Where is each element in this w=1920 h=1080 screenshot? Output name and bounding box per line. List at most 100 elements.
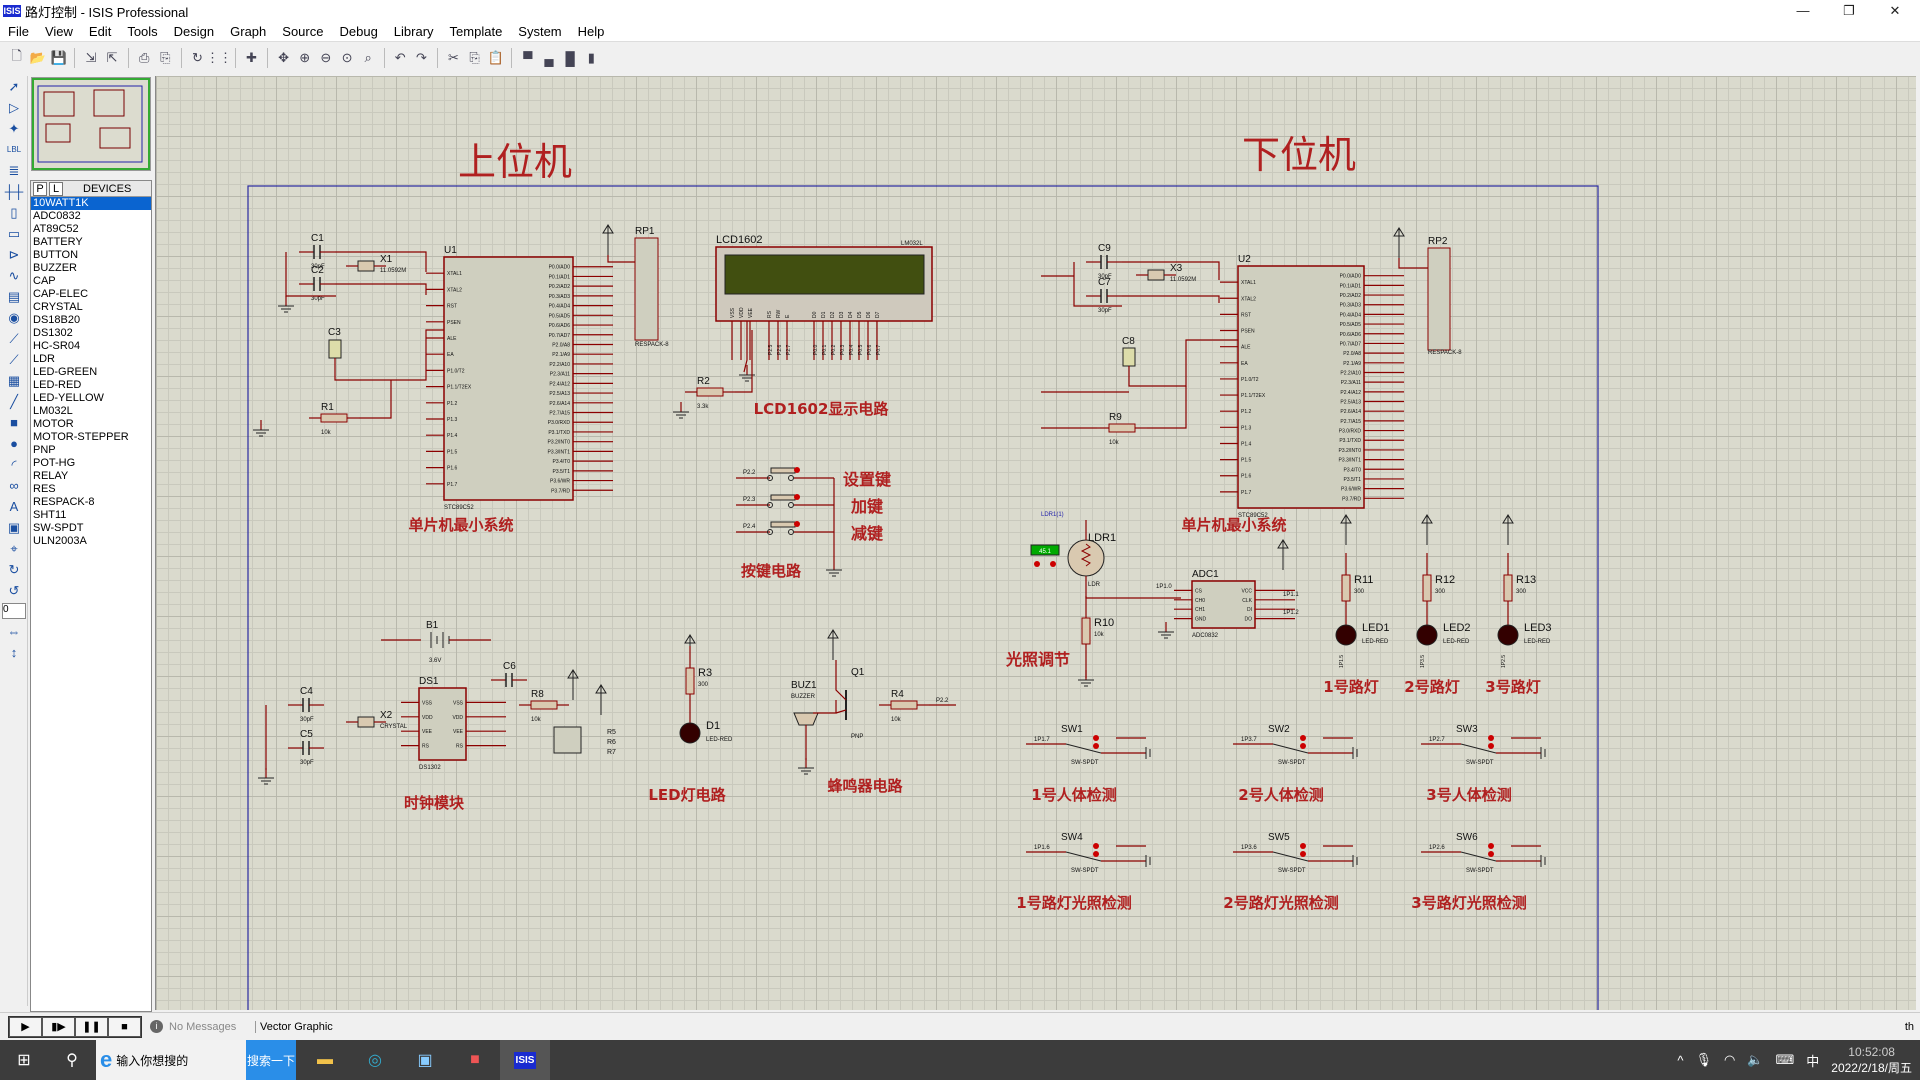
flip-h-icon[interactable]: ⇔ [0, 621, 28, 642]
search-icon[interactable]: ⚲ [48, 1040, 96, 1080]
menu-source[interactable]: Source [274, 24, 331, 39]
terminal-icon[interactable]: ▭ [0, 223, 28, 244]
device-item[interactable]: LM032L [31, 405, 151, 418]
marker-icon[interactable]: ⌖ [0, 538, 28, 559]
text-icon[interactable]: A [0, 496, 28, 517]
step-button[interactable]: ▮▶ [42, 1016, 75, 1037]
copy-icon[interactable]: ⎘ [466, 49, 483, 67]
rotation-input[interactable]: 0 [2, 603, 26, 619]
device-item[interactable]: RESPACK-8 [31, 496, 151, 509]
ime-indicator[interactable]: 中 [1806, 1051, 1819, 1070]
device-item[interactable]: CRYSTAL [31, 301, 151, 314]
minimize-button[interactable]: — [1780, 0, 1826, 22]
block-rotate-icon[interactable]: █ [562, 49, 579, 67]
device-item[interactable]: SHT11 [31, 509, 151, 522]
line-icon[interactable]: ╱ [0, 391, 28, 412]
device-item[interactable]: DS1302 [31, 327, 151, 340]
block-copy-icon[interactable]: ▀ [519, 49, 536, 67]
close-button[interactable]: ✕ [1872, 0, 1918, 22]
library-manager-button[interactable]: L [49, 181, 63, 196]
arc-icon[interactable]: ◜ [0, 454, 28, 475]
device-item[interactable]: RES [31, 483, 151, 496]
bus-icon[interactable]: ┼┼ [0, 181, 28, 202]
print-area-icon[interactable]: ⎘ [157, 49, 174, 67]
grid-icon[interactable]: ⋮⋮ [206, 49, 232, 67]
circle-icon[interactable]: ● [0, 433, 28, 454]
wifi-icon[interactable]: ◠ [1724, 1052, 1735, 1068]
menu-edit[interactable]: Edit [81, 24, 119, 39]
current-probe-icon[interactable]: ⟋ [0, 349, 28, 370]
device-item[interactable]: ULN2003A [31, 535, 151, 548]
block-delete-icon[interactable]: ▮ [583, 49, 600, 67]
device-item[interactable]: LDR [31, 353, 151, 366]
file-explorer-icon[interactable]: ▬ [300, 1040, 350, 1080]
zoom-all-icon[interactable]: ⊙ [338, 49, 355, 67]
export-icon[interactable]: ⇱ [104, 49, 121, 67]
device-item[interactable]: BATTERY [31, 236, 151, 249]
device-item[interactable]: PNP [31, 444, 151, 457]
browser-search-input[interactable]: e 输入你想搜的 [96, 1040, 246, 1080]
tray-expand-icon[interactable]: ^ [1677, 1053, 1683, 1068]
play-button[interactable]: ▶ [9, 1016, 42, 1037]
device-item[interactable]: DS18B20 [31, 314, 151, 327]
clock[interactable]: 10:52:08 2022/2/18/周五 [1831, 1045, 1912, 1076]
origin-icon[interactable]: ✚ [243, 49, 260, 67]
device-item[interactable]: POT-HG [31, 457, 151, 470]
device-item[interactable]: RELAY [31, 470, 151, 483]
device-item[interactable]: BUTTON [31, 249, 151, 262]
path-icon[interactable]: ∞ [0, 475, 28, 496]
instrument-icon[interactable]: ▦ [0, 370, 28, 391]
device-item[interactable]: MOTOR [31, 418, 151, 431]
message-status[interactable]: No Messages [169, 1021, 249, 1033]
device-item[interactable]: CAP [31, 275, 151, 288]
menu-view[interactable]: View [37, 24, 81, 39]
keyboard-icon[interactable]: ⌨ [1775, 1052, 1794, 1068]
tape-icon[interactable]: ▤ [0, 286, 28, 307]
voltage-probe-icon[interactable]: ⟋ [0, 328, 28, 349]
search-go-button[interactable]: 搜索一下 [246, 1040, 296, 1080]
symbol-icon[interactable]: ▣ [0, 517, 28, 538]
image-app-icon[interactable]: ▣ [400, 1040, 450, 1080]
block-move-icon[interactable]: ▄ [540, 49, 557, 67]
menu-file[interactable]: File [0, 24, 37, 39]
app-search-icon[interactable]: ◎ [350, 1040, 400, 1080]
print-icon[interactable]: ⎙ [136, 49, 153, 67]
zoom-in-icon[interactable]: ⊕ [296, 49, 313, 67]
overview-window[interactable] [31, 77, 151, 171]
flip-v-icon[interactable]: ↕ [0, 642, 28, 663]
save-icon[interactable]: 💾 [50, 49, 67, 67]
presentation-app-icon[interactable]: ■ [450, 1040, 500, 1080]
start-button[interactable]: ⊞ [0, 1040, 48, 1080]
new-icon[interactable]: 🗋 [8, 48, 25, 67]
microphone-icon[interactable]: 🎙 [1695, 1052, 1712, 1068]
import-icon[interactable]: ⇲ [82, 49, 99, 67]
zoom-out-icon[interactable]: ⊖ [317, 49, 334, 67]
subcircuit-icon[interactable]: ▯ [0, 202, 28, 223]
rotate-cw-icon[interactable]: ↻ [0, 559, 28, 580]
pan-icon[interactable]: ✥ [275, 49, 292, 67]
device-item[interactable]: LED-YELLOW [31, 392, 151, 405]
menu-design[interactable]: Design [166, 24, 222, 39]
menu-template[interactable]: Template [442, 24, 511, 39]
device-item[interactable]: LED-GREEN [31, 366, 151, 379]
refresh-icon[interactable]: ↻ [189, 49, 206, 67]
stop-button[interactable]: ■ [108, 1016, 141, 1037]
device-item[interactable]: LED-RED [31, 379, 151, 392]
device-item[interactable]: MOTOR-STEPPER [31, 431, 151, 444]
paste-icon[interactable]: 📋 [487, 49, 504, 67]
isis-taskbar-icon[interactable]: ISIS [500, 1040, 550, 1080]
junction-icon[interactable]: ✦ [0, 118, 28, 139]
undo-icon[interactable]: ↶ [392, 49, 409, 67]
zoom-area-icon[interactable]: ⌕ [360, 49, 377, 67]
device-item[interactable]: HC-SR04 [31, 340, 151, 353]
menu-debug[interactable]: Debug [331, 24, 385, 39]
restore-button[interactable]: ❐ [1826, 0, 1872, 22]
menu-system[interactable]: System [510, 24, 569, 39]
menu-help[interactable]: Help [570, 24, 613, 39]
pause-button[interactable]: ❚❚ [75, 1016, 108, 1037]
pin-icon[interactable]: ⊳ [0, 244, 28, 265]
graph-icon[interactable]: ∿ [0, 265, 28, 286]
menu-tools[interactable]: Tools [119, 24, 165, 39]
device-item[interactable]: CAP-ELEC [31, 288, 151, 301]
device-item[interactable]: BUZZER [31, 262, 151, 275]
